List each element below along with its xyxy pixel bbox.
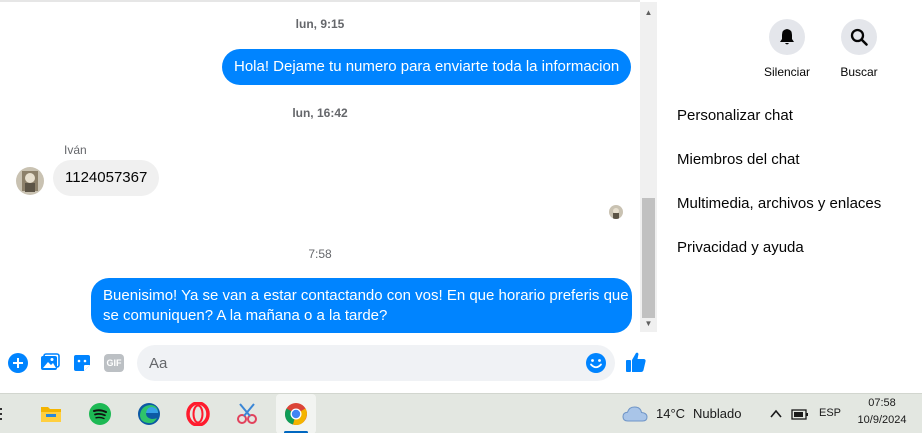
clock-time[interactable]: 07:58 [852,397,912,409]
search-label: Buscar [840,65,878,79]
chrome-browser-icon[interactable] [276,394,316,433]
emoji-icon[interactable] [585,352,607,374]
message-line: Buenisimo! Ya se van a estar contactando… [103,287,629,304]
plus-circle-icon[interactable] [6,351,30,375]
search-icon[interactable] [841,19,877,55]
language-indicator[interactable]: ESP [819,407,841,419]
sticker-icon[interactable] [70,351,94,375]
menu-item-media-files-links[interactable]: Multimedia, archivos y enlaces [677,195,881,212]
opera-browser-icon[interactable] [178,394,218,433]
sender-name: Iván [64,143,87,157]
taskbar: 14°C Nublado ESP 07:58 10/9/2024 [0,393,922,433]
mute-label: Silenciar [763,65,811,79]
chat-info-pane: Silenciar Buscar Personalizar chat Miemb… [660,0,922,393]
menu-item-customize-chat[interactable]: Personalizar chat [677,107,793,124]
timestamp: 7:58 [308,247,332,261]
menu-item-chat-members[interactable]: Miembros del chat [677,151,800,168]
cloud-weather-icon[interactable] [622,404,648,424]
message-list[interactable]: lun, 9:15 Hola! Dejame tu numero para en… [0,0,640,336]
file-explorer-icon[interactable] [31,394,71,433]
avatar[interactable] [16,167,44,195]
scroll-thumb[interactable] [642,198,655,318]
mute-button[interactable]: Silenciar [752,19,822,79]
photo-gallery-icon[interactable] [38,351,62,375]
gif-label: GIF [104,354,124,372]
snipping-tool-icon[interactable] [227,394,267,433]
scroll-down-arrow-icon[interactable]: ▼ [640,315,657,332]
scroll-up-arrow-icon[interactable]: ▲ [640,4,657,21]
edge-browser-icon[interactable] [129,394,169,433]
bell-icon[interactable] [769,19,805,55]
search-button[interactable]: Buscar [824,19,894,79]
message-input[interactable] [149,345,569,381]
outgoing-message[interactable]: Buenisimo! Ya se van a estar contactando… [91,278,632,333]
weather-temperature[interactable]: 14°C [656,406,685,421]
chat-pane: lun, 9:15 Hola! Dejame tu numero para en… [0,0,660,393]
incoming-message[interactable]: 1124057367 [53,160,160,196]
message-line: se comuniquen? A la mañana o a la tarde? [103,307,388,324]
clock-date[interactable]: 10/9/2024 [852,414,912,426]
battery-network-icon[interactable] [791,407,811,421]
composer: GIF [0,340,660,386]
seen-avatar [609,205,623,219]
spotify-icon[interactable] [80,394,120,433]
start-grid-icon[interactable] [0,394,14,433]
divider [0,0,640,2]
thumbs-up-icon[interactable] [624,350,648,374]
timestamp: lun, 9:15 [295,17,345,31]
timestamp: lun, 16:42 [292,106,348,120]
scrollbar[interactable]: ▲ ▼ [640,2,657,332]
chevron-up-icon[interactable] [769,407,783,421]
weather-description[interactable]: Nublado [693,406,741,421]
outgoing-message[interactable]: Hola! Dejame tu numero para enviarte tod… [222,49,632,85]
message-input-box[interactable] [137,345,615,381]
menu-item-privacy-help[interactable]: Privacidad y ayuda [677,239,804,256]
gif-icon[interactable]: GIF [102,351,126,375]
